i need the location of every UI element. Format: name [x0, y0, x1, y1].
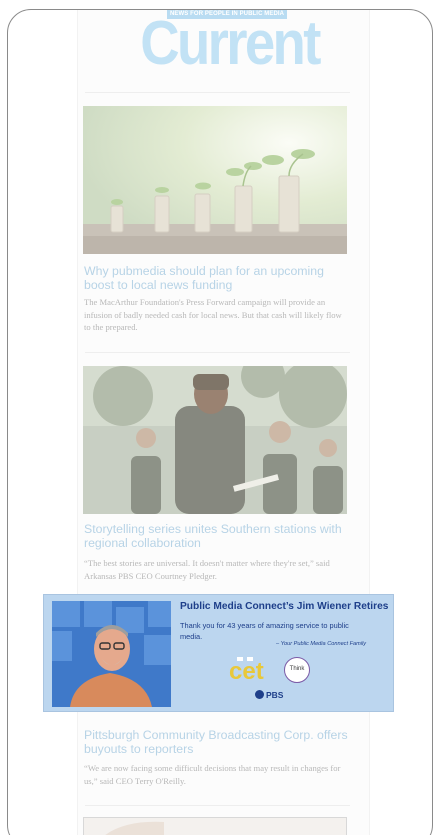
story-3-headline[interactable]: Pittsburgh Community Broadcasting Corp. …: [84, 728, 350, 756]
story-1-image[interactable]: [83, 106, 347, 254]
story-4-image[interactable]: [83, 817, 347, 835]
ad-body-text: Thank you for 43 years of amazing servic…: [180, 621, 349, 641]
story-3-divider: [85, 805, 350, 806]
retirement-ad-banner[interactable]: Public Media Connect’s Jim Wiener Retire…: [43, 594, 394, 712]
current-masthead[interactable]: Current NEWS FOR PEOPLE IN PUBLIC MEDIA: [130, 9, 321, 78]
current-logo: Current: [140, 9, 321, 78]
pbs-logo-text: PBS: [266, 690, 284, 700]
ad-headline: Public Media Connect’s Jim Wiener Retire…: [180, 601, 389, 612]
story-2-blurb: “The best stories are universal. It does…: [84, 558, 330, 581]
story-1-blurb: The MacArthur Foundation's Press Forward…: [84, 297, 342, 332]
story-1-headline[interactable]: Why pubmedia should plan for an upcoming…: [84, 264, 350, 292]
cet-logo: cet: [229, 657, 264, 683]
story-2-headline[interactable]: Storytelling series unites Southern stat…: [84, 522, 350, 550]
ad-portrait-photo: [52, 601, 171, 707]
cet-logo-text: cet: [229, 658, 264, 683]
pbs-logo: PBS: [255, 690, 283, 700]
ad-signature: – Your Public Media Connect Family: [276, 641, 367, 647]
story-1-divider: [85, 352, 350, 353]
pbs-head-icon: [255, 690, 264, 699]
masthead-divider: [85, 92, 350, 93]
story-2-image[interactable]: [83, 366, 347, 514]
masthead-tagline: NEWS FOR PEOPLE IN PUBLIC MEDIA: [167, 10, 288, 19]
think-logo: Think: [284, 657, 310, 683]
story-3-blurb: “We are now facing some difficult decisi…: [84, 763, 341, 786]
